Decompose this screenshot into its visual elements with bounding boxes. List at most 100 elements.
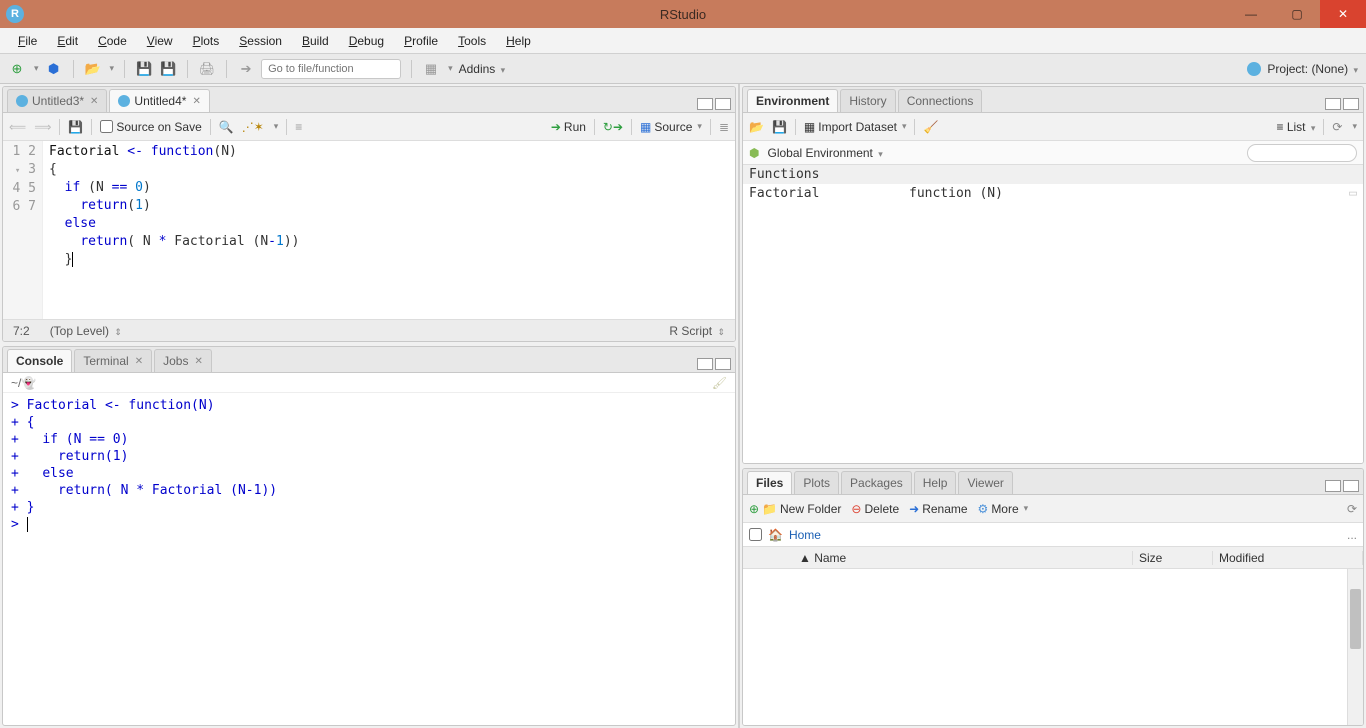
tab-files[interactable]: Files <box>747 471 792 494</box>
maximize-pane-icon[interactable] <box>715 98 731 110</box>
menu-tools[interactable]: Tools <box>448 30 496 52</box>
tab-label: Untitled4* <box>134 94 186 108</box>
r-file-icon <box>118 95 130 107</box>
path-more-icon[interactable]: ... <box>1347 528 1357 542</box>
menu-profile[interactable]: Profile <box>394 30 448 52</box>
rename-button[interactable]: ➜ Rename <box>909 502 967 516</box>
maximize-button[interactable]: ▢ <box>1274 0 1320 28</box>
files-header: ▲ Name Size Modified <box>743 547 1363 569</box>
outline-icon[interactable]: ≡ <box>295 120 302 134</box>
env-body: Functions Factorial function (N) ▭ <box>743 165 1363 463</box>
list-view-button[interactable]: ≡ List ▾ <box>1277 120 1316 134</box>
new-project-icon[interactable]: ⬢ <box>45 60 63 78</box>
source-tabrow: Untitled3* ✕ Untitled4* ✕ <box>3 87 735 113</box>
save-workspace-icon[interactable]: 💾 <box>772 120 787 134</box>
menu-plots[interactable]: Plots <box>183 30 230 52</box>
tab-packages[interactable]: Packages <box>841 471 912 494</box>
project-menu[interactable]: Project: (None) ▾ <box>1267 62 1358 76</box>
run-button[interactable]: ➔ Run <box>551 120 586 134</box>
r-project-icon <box>1247 62 1261 76</box>
tab-untitled3[interactable]: Untitled3* ✕ <box>7 89 107 112</box>
menu-view[interactable]: View <box>137 30 183 52</box>
home-icon[interactable]: 🏠 <box>768 528 783 542</box>
source-on-save-checkbox[interactable]: Source on Save <box>100 120 201 134</box>
menu-build[interactable]: Build <box>292 30 339 52</box>
forward-icon[interactable]: ⟹ <box>34 120 51 134</box>
clear-env-icon[interactable]: 🧹 <box>923 120 938 134</box>
save-all-icon[interactable]: 💾 <box>159 60 177 78</box>
tab-help[interactable]: Help <box>914 471 957 494</box>
minimize-pane-icon[interactable] <box>697 98 713 110</box>
col-size[interactable]: Size <box>1133 551 1213 565</box>
new-folder-button[interactable]: ⊕📁 New Folder <box>749 502 841 516</box>
tab-console[interactable]: Console <box>7 349 72 372</box>
minimize-pane-icon[interactable] <box>697 358 713 370</box>
scope-icon: ⬢ <box>749 146 759 160</box>
scope-selector[interactable]: (Top Level) ⇕ <box>50 324 122 338</box>
rerun-button[interactable]: ↻➔ <box>603 120 623 134</box>
close-button[interactable]: ✕ <box>1320 0 1366 28</box>
gutter: 1 2 ▾ 3 4 5 6 7 <box>3 141 43 319</box>
menu-file[interactable]: File <box>8 30 47 52</box>
maximize-pane-icon[interactable] <box>1343 480 1359 492</box>
tab-terminal[interactable]: Terminal ✕ <box>74 349 152 372</box>
tab-plots[interactable]: Plots <box>794 471 839 494</box>
tab-history[interactable]: History <box>840 89 895 112</box>
more-button[interactable]: ⚙ More ▾ <box>978 502 1029 516</box>
r-file-icon <box>16 95 28 107</box>
find-icon[interactable]: 🔍 <box>219 120 234 134</box>
minimize-button[interactable]: — <box>1228 0 1274 28</box>
addins-menu[interactable]: Addins ▾ <box>459 62 506 76</box>
doc-outline-icon[interactable]: ≣ <box>719 120 729 134</box>
menu-edit[interactable]: Edit <box>47 30 88 52</box>
delete-button[interactable]: ⊖ Delete <box>851 502 899 516</box>
code-area[interactable]: Factorial <- function(N) { if (N == 0) r… <box>43 141 735 319</box>
filetype-selector[interactable]: R Script ⇕ <box>669 324 725 338</box>
breadcrumb-home[interactable]: Home <box>789 528 821 542</box>
menu-debug[interactable]: Debug <box>339 30 394 52</box>
close-tab-icon[interactable]: ✕ <box>192 96 200 107</box>
source-button[interactable]: ▦ Source ▾ <box>640 120 702 134</box>
load-workspace-icon[interactable]: 📂 <box>749 120 764 134</box>
env-search-input[interactable] <box>1247 144 1357 162</box>
open-file-icon[interactable]: 📂 <box>84 60 102 78</box>
col-name[interactable]: ▲ Name <box>793 551 1133 565</box>
clear-console-icon[interactable]: 🖌 <box>712 376 727 390</box>
tab-viewer[interactable]: Viewer <box>958 471 1012 494</box>
source-editor[interactable]: 1 2 ▾ 3 4 5 6 7 Factorial <- function(N)… <box>3 141 735 319</box>
env-item-value: function (N) <box>909 186 1349 201</box>
import-dataset-button[interactable]: ▦ Import Dataset ▾ <box>804 120 907 134</box>
tab-jobs[interactable]: Jobs ✕ <box>154 349 212 372</box>
tab-connections[interactable]: Connections <box>898 89 983 112</box>
minimize-pane-icon[interactable] <box>1325 98 1341 110</box>
refresh-env-icon[interactable]: ⟳ <box>1332 120 1342 134</box>
back-icon[interactable]: ⟸ <box>9 120 26 134</box>
menu-code[interactable]: Code <box>88 30 137 52</box>
env-scope-bar: ⬢ Global Environment ▾ <box>743 141 1363 165</box>
scrollbar[interactable] <box>1347 569 1363 725</box>
menu-session[interactable]: Session <box>229 30 292 52</box>
goto-input[interactable] <box>261 59 401 79</box>
cursor-pos: 7:2 <box>13 324 30 338</box>
env-row[interactable]: Factorial function (N) ▭ <box>743 184 1363 203</box>
minimize-pane-icon[interactable] <box>1325 480 1341 492</box>
tab-environment[interactable]: Environment <box>747 89 838 112</box>
grid-icon[interactable]: ▦ <box>422 60 440 78</box>
wand-icon[interactable]: ⋰✶ <box>242 120 264 134</box>
env-tabrow: Environment History Connections <box>743 87 1363 113</box>
console-output[interactable]: > Factorial <- function(N) + { + if (N =… <box>3 393 735 725</box>
maximize-pane-icon[interactable] <box>715 358 731 370</box>
tab-untitled4[interactable]: Untitled4* ✕ <box>109 89 209 112</box>
scope-selector[interactable]: Global Environment ▾ <box>767 146 882 160</box>
refresh-files-icon[interactable]: ⟳ <box>1347 502 1357 516</box>
save-source-icon[interactable]: 💾 <box>68 120 83 134</box>
menu-help[interactable]: Help <box>496 30 541 52</box>
new-file-icon[interactable]: ⊕ <box>8 60 26 78</box>
inspect-icon[interactable]: ▭ <box>1349 186 1357 201</box>
maximize-pane-icon[interactable] <box>1343 98 1359 110</box>
col-modified[interactable]: Modified <box>1213 551 1363 565</box>
print-icon[interactable]: 🖨 <box>198 60 216 78</box>
close-tab-icon[interactable]: ✕ <box>90 96 98 107</box>
save-icon[interactable]: 💾 <box>135 60 153 78</box>
select-all-checkbox[interactable] <box>749 528 762 541</box>
